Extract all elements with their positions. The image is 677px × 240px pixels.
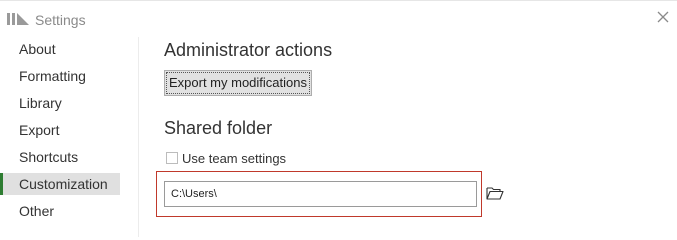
settings-sidebar: About Formatting Library Export Shortcut… [0, 37, 139, 237]
sidebar-item-library[interactable]: Library [0, 92, 120, 114]
sidebar-item-label: Shortcuts [19, 149, 79, 165]
team-settings-label: Use team settings [182, 151, 287, 166]
sidebar-item-customization[interactable]: Customization [0, 173, 120, 195]
window-title: Settings [35, 12, 86, 28]
sidebar-item-label: Formatting [19, 68, 86, 84]
sidebar-item-other[interactable]: Other [0, 200, 120, 222]
shared-folder-heading: Shared folder [164, 118, 273, 138]
sidebar-item-label: Export [19, 122, 60, 138]
team-settings-checkbox[interactable] [166, 152, 178, 164]
folder-open-icon[interactable] [486, 186, 504, 200]
sidebar-item-shortcuts[interactable]: Shortcuts [0, 146, 120, 168]
sidebar-item-formatting[interactable]: Formatting [0, 65, 120, 87]
admin-actions-heading: Administrator actions [164, 40, 333, 60]
sidebar-item-export[interactable]: Export [0, 119, 120, 141]
shared-folder-path-input[interactable] [164, 181, 477, 207]
export-modifications-button[interactable]: Export my modifications [164, 70, 312, 96]
sidebar-item-label: About [19, 41, 56, 57]
sidebar-item-label: Library [19, 95, 62, 111]
app-logo-icon [7, 13, 29, 25]
sidebar-item-label: Customization [19, 176, 108, 192]
sidebar-item-label: Other [19, 203, 55, 219]
title-bar: Settings [0, 1, 677, 37]
close-icon[interactable] [655, 9, 671, 25]
settings-dialog: Settings About Formatting Library Export… [0, 0, 677, 237]
sidebar-item-about[interactable]: About [0, 38, 120, 60]
